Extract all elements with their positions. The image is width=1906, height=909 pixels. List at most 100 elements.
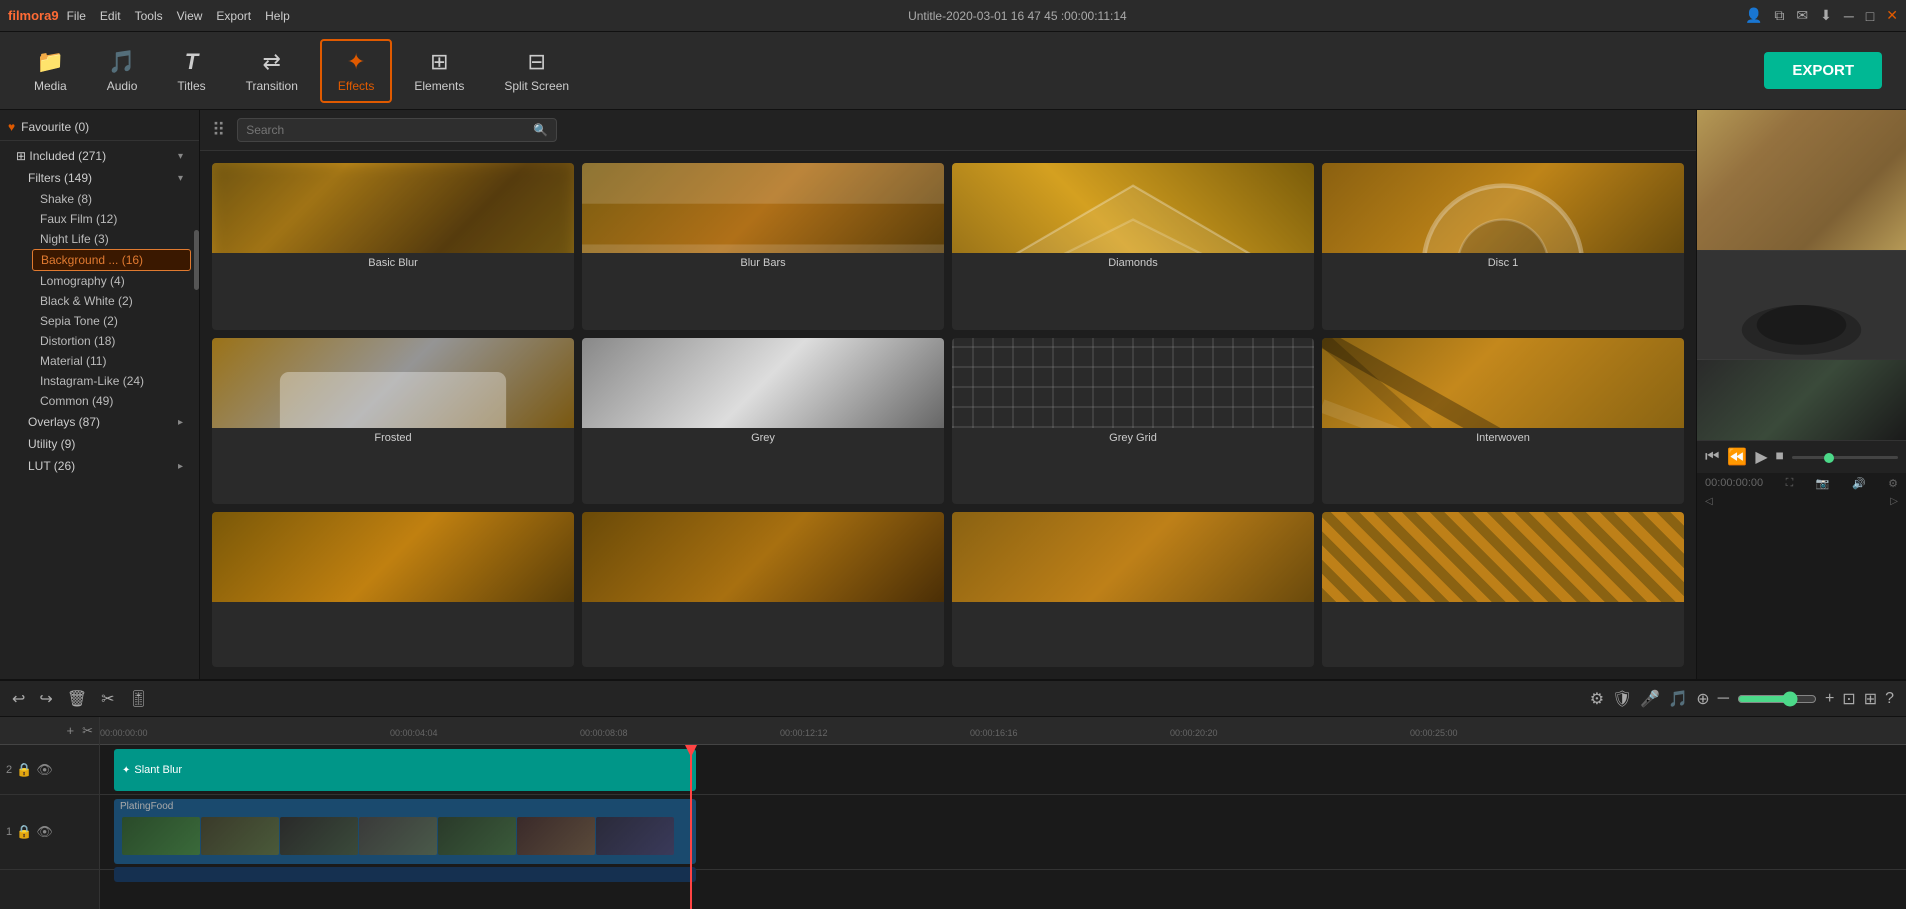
zoom-out-icon[interactable]: ─ [1718, 690, 1729, 708]
close-button[interactable]: ✕ [1886, 7, 1898, 24]
snap-icon[interactable]: ⊕ [1696, 689, 1709, 709]
instagram-item[interactable]: Instagram-Like (24) [32, 371, 191, 391]
track2-lock-icon[interactable]: 🔒 [16, 762, 32, 778]
minimize-button[interactable]: ─ [1844, 8, 1854, 24]
menu-export[interactable]: Export [216, 9, 251, 23]
play-button[interactable]: ▶ [1755, 447, 1767, 467]
preview-progress-bar[interactable] [1792, 456, 1898, 459]
download-icon[interactable]: ⬇ [1820, 7, 1832, 24]
restore-icon[interactable]: ⧉ [1774, 7, 1784, 24]
track1-eye-icon[interactable]: 👁 [36, 824, 53, 840]
night-life-item[interactable]: Night Life (3) [32, 229, 191, 249]
skip-back-button[interactable]: ⏮ [1705, 448, 1719, 466]
step-back-button[interactable]: ⏪ [1727, 447, 1747, 467]
music-icon[interactable]: 🎵 [1668, 689, 1688, 709]
cut-track-icon[interactable]: ✂ [82, 723, 93, 739]
user-icon[interactable]: 👤 [1745, 7, 1762, 24]
effect-row3d[interactable] [1322, 512, 1684, 667]
sepia-tone-item[interactable]: Sepia Tone (2) [32, 311, 191, 331]
sidebar-scrollbar[interactable] [194, 230, 199, 290]
effect-interwoven[interactable]: Interwoven [1322, 338, 1684, 505]
effect-row3a[interactable] [212, 512, 574, 667]
overlays-item[interactable]: Overlays (87) ▸ [20, 411, 191, 433]
menu-bar: File Edit Tools View Export Help [67, 9, 290, 23]
included-item[interactable]: ⊞ Included (271) ▾ [8, 145, 191, 167]
track2-clip[interactable]: ✦ Slant Blur [114, 749, 696, 791]
mail-icon[interactable]: ✉ [1796, 7, 1808, 24]
effect-disc1[interactable]: Disc 1 [1322, 163, 1684, 330]
effect-row3b[interactable] [582, 512, 944, 667]
export-button[interactable]: EXPORT [1764, 52, 1882, 89]
clip-thumb-6 [517, 817, 595, 855]
utility-label: Utility (9) [28, 437, 183, 451]
zoom-slider[interactable] [1737, 691, 1817, 707]
faux-film-item[interactable]: Faux Film (12) [32, 209, 191, 229]
effect-grey-grid[interactable]: Grey Grid [952, 338, 1314, 505]
elements-button[interactable]: ⊞ Elements [396, 39, 482, 103]
expand-left-icon[interactable]: ◁ [1705, 496, 1713, 507]
add-track-icon[interactable]: + [67, 723, 75, 738]
playhead[interactable] [690, 745, 692, 909]
zoom-in-icon[interactable]: + [1825, 690, 1834, 708]
audio-button[interactable]: 🎵 Audio [89, 39, 156, 103]
shake-item[interactable]: Shake (8) [32, 189, 191, 209]
distortion-item[interactable]: Distortion (18) [32, 331, 191, 351]
expand-right-icon[interactable]: ▷ [1890, 496, 1898, 507]
titles-button[interactable]: T Titles [159, 39, 223, 103]
effects-button[interactable]: ✦ Effects [320, 39, 392, 103]
included-section: ⊞ Included (271) ▾ Filters (149) ▾ Shake… [0, 141, 199, 481]
background-item[interactable]: Background ... (16) [32, 249, 191, 271]
clip-thumb-5 [438, 817, 516, 855]
splitscreen-button[interactable]: ⊟ Split Screen [486, 39, 587, 103]
effect-diamonds[interactable]: Diamonds [952, 163, 1314, 330]
mic-icon[interactable]: 🎤 [1640, 689, 1660, 709]
effect-grey[interactable]: Grey [582, 338, 944, 505]
filters-item[interactable]: Filters (149) ▾ [20, 167, 191, 189]
transition-button[interactable]: ⇄ Transition [228, 39, 316, 103]
splitscreen-icon: ⊟ [528, 49, 546, 75]
effect-frosted[interactable]: Frosted [212, 338, 574, 505]
shield-icon[interactable]: 🛡 [1612, 689, 1632, 709]
main-toolbar: 📁 Media 🎵 Audio T Titles ⇄ Transition ✦ … [0, 32, 1906, 110]
render-icon[interactable]: ⚙ [1590, 689, 1604, 709]
maximize-button[interactable]: □ [1866, 8, 1874, 24]
overlays-arrow: ▸ [178, 417, 183, 428]
menu-view[interactable]: View [177, 9, 203, 23]
lut-item[interactable]: LUT (26) ▸ [20, 455, 191, 477]
menu-edit[interactable]: Edit [100, 9, 121, 23]
settings-icon[interactable]: ⚙ [1888, 477, 1898, 490]
effect-row3c[interactable] [952, 512, 1314, 667]
effects-header: ⠿ 🔍 [200, 110, 1696, 151]
black-white-item[interactable]: Black & White (2) [32, 291, 191, 311]
stop-button[interactable]: ⏹ [1776, 448, 1784, 466]
search-input[interactable] [246, 123, 527, 137]
lomography-item[interactable]: Lomography (4) [32, 271, 191, 291]
menu-file[interactable]: File [67, 9, 86, 23]
utility-item[interactable]: Utility (9) [20, 433, 191, 455]
undo-button[interactable]: ↩ [12, 689, 25, 709]
track1-clip[interactable]: PlatingFood [114, 799, 696, 864]
track1-lock-icon[interactable]: 🔒 [16, 824, 32, 840]
track2-eye-icon[interactable]: 👁 [36, 762, 53, 778]
audio-mix-button[interactable]: 🎚 [129, 689, 149, 709]
effect-basic-blur[interactable]: Basic Blur [212, 163, 574, 330]
screenshot-icon[interactable]: 📷 [1816, 477, 1830, 490]
volume-icon[interactable]: 🔊 [1852, 477, 1866, 490]
redo-button[interactable]: ↪ [39, 689, 52, 709]
delete-button[interactable]: 🗑 [67, 689, 87, 709]
effects-grid: Basic Blur Blur Bars [200, 151, 1696, 679]
split-icon[interactable]: ⊞ [1864, 689, 1877, 709]
menu-tools[interactable]: Tools [135, 9, 163, 23]
menu-help[interactable]: Help [265, 9, 290, 23]
common-item[interactable]: Common (49) [32, 391, 191, 411]
favourite-section[interactable]: ♥ Favourite (0) [0, 114, 199, 141]
grid-view-icon[interactable]: ⠿ [212, 120, 225, 141]
effect-blur-bars[interactable]: Blur Bars [582, 163, 944, 330]
included-children: Filters (149) ▾ Shake (8) Faux Film (12)… [20, 167, 191, 477]
fullscreen-icon[interactable]: ⛶ [1786, 477, 1794, 490]
media-button[interactable]: 📁 Media [16, 39, 85, 103]
material-item[interactable]: Material (11) [32, 351, 191, 371]
fit-icon[interactable]: ⊡ [1842, 689, 1855, 709]
cut-button[interactable]: ✂ [101, 689, 114, 709]
help-icon[interactable]: ? [1885, 690, 1894, 708]
